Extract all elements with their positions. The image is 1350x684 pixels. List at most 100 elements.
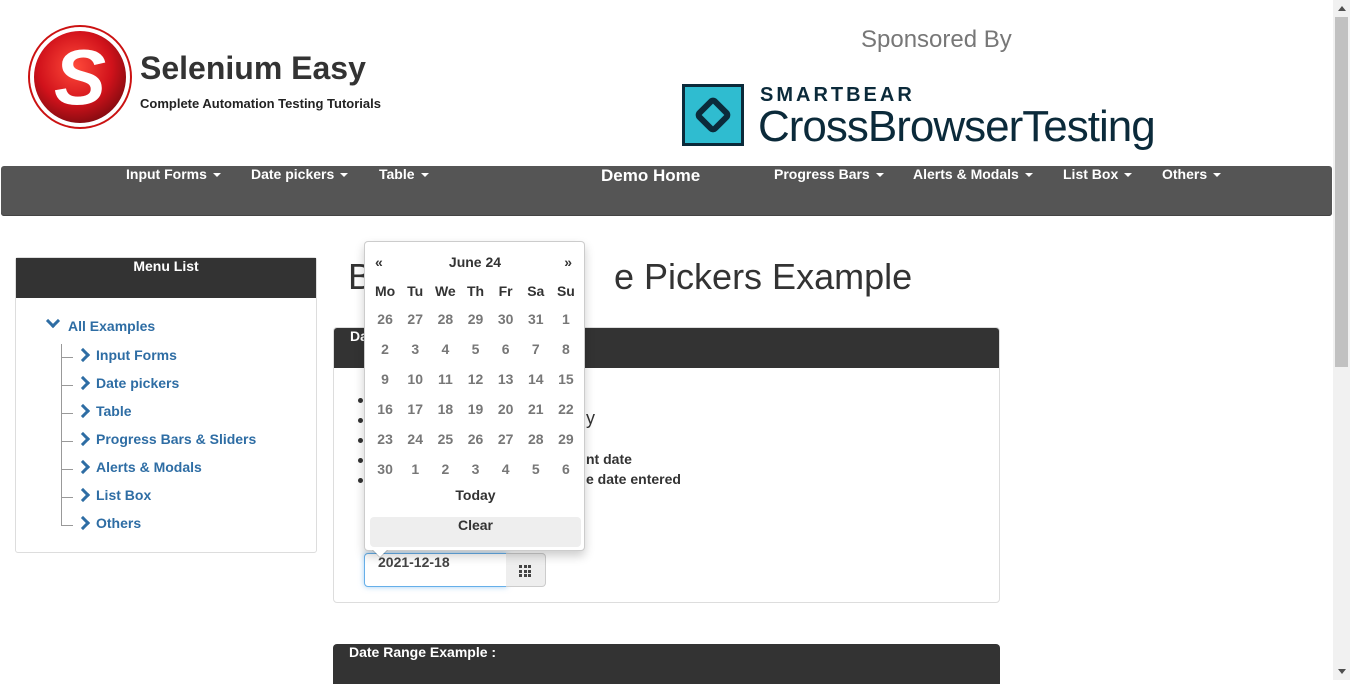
sidebar-item-label: Alerts & Modals	[96, 459, 202, 475]
nav-input-forms[interactable]: Input Forms	[126, 166, 221, 216]
nav-list-box[interactable]: List Box	[1063, 166, 1133, 216]
nav-label: Input Forms	[126, 166, 207, 182]
nav-label: Table	[379, 166, 415, 182]
day-cell[interactable]: 4	[430, 334, 460, 364]
bullet	[358, 458, 363, 463]
nav-demo-home[interactable]: Demo Home	[601, 166, 700, 216]
sidebar-item-label: Date pickers	[96, 375, 180, 391]
menu-list-panel: Menu List All Examples Input Forms Date …	[15, 257, 317, 553]
datepicker-header: « June 24 »	[365, 248, 584, 278]
chevron-right-icon	[75, 431, 91, 447]
chevron-right-icon	[75, 459, 91, 475]
day-cell[interactable]: 15	[551, 364, 581, 394]
day-cell[interactable]: 24	[400, 424, 430, 454]
chevron-right-icon	[75, 487, 91, 503]
weekday-header: Mo	[374, 283, 396, 299]
day-cell[interactable]: 11	[430, 364, 460, 394]
day-cell[interactable]: 13	[491, 364, 521, 394]
day-cell[interactable]: 26	[370, 304, 400, 334]
nav-table[interactable]: Table	[379, 166, 429, 216]
nav-date-pickers[interactable]: Date pickers	[251, 166, 349, 216]
bullet-text: e date entered	[586, 471, 681, 487]
sidebar-item-label: Input Forms	[96, 347, 177, 363]
day-cell[interactable]: 19	[460, 394, 490, 424]
page-scrollbar[interactable]	[1333, 0, 1350, 680]
nav-alerts-modals[interactable]: Alerts & Modals	[913, 166, 1033, 216]
day-cell[interactable]: 2	[370, 334, 400, 364]
smartbear-logo-icon[interactable]	[682, 84, 744, 146]
day-cell[interactable]: 1	[551, 304, 581, 334]
day-cell[interactable]: 22	[551, 394, 581, 424]
date-range-panel-title: Date Range Example :	[333, 644, 1000, 684]
today-button[interactable]: Today	[370, 487, 581, 517]
sponsor-product[interactable]: CrossBrowserTesting	[758, 102, 1156, 152]
sponsored-label: Sponsored By	[861, 26, 1012, 53]
nav-others[interactable]: Others	[1162, 166, 1222, 216]
chevron-right-icon	[75, 375, 91, 391]
nav-progress-bars[interactable]: Progress Bars	[774, 166, 884, 216]
calendar-button[interactable]	[506, 553, 546, 587]
day-cell[interactable]: 21	[521, 394, 551, 424]
clear-button[interactable]: Clear	[370, 517, 581, 547]
day-cell[interactable]: 27	[400, 304, 430, 334]
tree-root-label: All Examples	[68, 318, 156, 334]
month-switch[interactable]: June 24	[425, 254, 525, 270]
logo-letter: S	[53, 32, 107, 121]
nav-label: List Box	[1063, 166, 1119, 182]
day-cell[interactable]: 29	[551, 424, 581, 454]
menu-list-title: Menu List	[16, 258, 316, 298]
day-cell[interactable]: 8	[551, 334, 581, 364]
brand-subtitle: Complete Automation Testing Tutorials	[140, 96, 381, 111]
day-cell[interactable]: 4	[491, 454, 521, 484]
day-cell[interactable]: 29	[460, 304, 490, 334]
sidebar-item-label: Others	[96, 515, 142, 531]
day-cell[interactable]: 6	[491, 334, 521, 364]
tree-root-all-examples[interactable]: All Examples	[45, 313, 156, 334]
day-cell[interactable]: 9	[370, 364, 400, 394]
nav-label: Alerts & Modals	[913, 166, 1019, 182]
day-cell[interactable]: 5	[521, 454, 551, 484]
day-cell[interactable]: 31	[521, 304, 551, 334]
calendar-grid-icon	[519, 565, 531, 577]
date-input[interactable]: 2021-12-18	[364, 553, 507, 587]
prev-month-button[interactable]: «	[375, 254, 383, 270]
day-cell[interactable]: 28	[430, 304, 460, 334]
page-title-visible-right: e Pickers Example	[614, 256, 913, 297]
day-cell[interactable]: 28	[521, 424, 551, 454]
scroll-up-arrow-icon[interactable]	[1338, 6, 1346, 11]
day-cell[interactable]: 30	[491, 304, 521, 334]
day-cell[interactable]: 26	[460, 424, 490, 454]
day-cell[interactable]: 10	[400, 364, 430, 394]
day-cell[interactable]: 3	[460, 454, 490, 484]
caret-down-icon	[212, 173, 221, 178]
day-cell[interactable]: 6	[551, 454, 581, 484]
day-cell[interactable]: 30	[370, 454, 400, 484]
bullet	[358, 418, 363, 423]
site-logo[interactable]: S	[30, 27, 130, 127]
bullet-text: nt date	[586, 451, 632, 467]
day-cell[interactable]: 7	[521, 334, 551, 364]
day-cell[interactable]: 16	[370, 394, 400, 424]
day-cell[interactable]: 25	[430, 424, 460, 454]
day-cell[interactable]: 14	[521, 364, 551, 394]
caret-down-icon	[875, 173, 884, 178]
chevron-down-icon	[45, 313, 61, 329]
day-cell[interactable]: 3	[400, 334, 430, 364]
day-cell[interactable]: 20	[491, 394, 521, 424]
day-cell[interactable]: 18	[430, 394, 460, 424]
sidebar-item-label: List Box	[96, 487, 152, 503]
day-cell[interactable]: 1	[400, 454, 430, 484]
tree-connector	[61, 344, 62, 526]
scroll-down-arrow-icon[interactable]	[1338, 669, 1346, 674]
day-cell[interactable]: 5	[460, 334, 490, 364]
day-cell[interactable]: 2	[430, 454, 460, 484]
next-month-button[interactable]: »	[564, 254, 572, 270]
day-cell[interactable]: 27	[491, 424, 521, 454]
caret-down-icon	[1213, 173, 1222, 178]
scroll-thumb[interactable]	[1335, 17, 1348, 367]
caret-down-icon	[1124, 173, 1133, 178]
day-cell[interactable]: 23	[370, 424, 400, 454]
day-cell[interactable]: 17	[400, 394, 430, 424]
brand-title[interactable]: Selenium Easy	[140, 50, 366, 87]
day-cell[interactable]: 12	[460, 364, 490, 394]
